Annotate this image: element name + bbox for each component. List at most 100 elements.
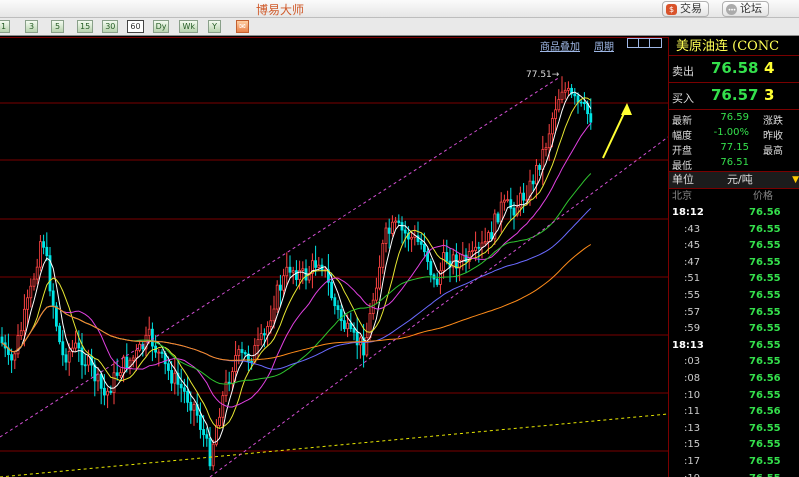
candle-body — [531, 180, 535, 185]
candle-body — [35, 266, 39, 280]
tick-time: :45 — [684, 240, 701, 252]
period-button-year[interactable]: Y — [208, 20, 222, 33]
chevron-down-icon[interactable]: ▼ — [792, 172, 799, 188]
period-button-day[interactable]: Dy — [152, 20, 170, 33]
tick-price: 76.55 — [749, 289, 781, 301]
candle-body — [474, 246, 478, 251]
candle-body — [381, 243, 385, 268]
forum-button[interactable]: 论坛 — [722, 1, 769, 17]
candle-body — [93, 364, 97, 382]
candle-body — [221, 395, 225, 418]
tick-time: :51 — [684, 273, 701, 285]
overlay-products-link[interactable]: 商品叠加 — [540, 38, 580, 53]
candle-body — [512, 207, 516, 216]
period-button-1[interactable]: 1 — [0, 20, 10, 33]
candle-body — [486, 232, 490, 242]
window-min-icon[interactable] — [628, 39, 639, 47]
trend-arrow-icon — [621, 103, 632, 115]
tick-row: :11 76.56 — [669, 404, 799, 421]
chart-links: 商品叠加 周期 — [540, 38, 614, 53]
stat-label: 开盘 — [672, 146, 692, 157]
ticks-price-header: 价格 — [753, 191, 773, 202]
period-button-30[interactable]: 30 — [102, 20, 119, 33]
stat-label: 幅度 — [672, 131, 692, 142]
tick-time: :10 — [684, 389, 701, 401]
tick-row: :43 76.55 — [669, 222, 799, 239]
candle-body — [160, 351, 164, 354]
unit-row[interactable]: 单位 元/吨 ▼ — [669, 172, 799, 189]
candle-body — [563, 89, 567, 93]
tick-time: :15 — [684, 439, 701, 451]
candle-body — [301, 268, 305, 271]
candle-body — [32, 278, 36, 287]
tick-row: :17 76.55 — [669, 454, 799, 471]
candle-body — [13, 353, 17, 361]
candle-body — [560, 91, 564, 100]
candle-body — [410, 237, 414, 240]
candle-body — [55, 305, 58, 327]
tick-price: 76.55 — [749, 240, 781, 252]
candle-body — [336, 305, 340, 310]
candle-body — [198, 414, 202, 430]
candlestick-chart[interactable]: 77.51→ — [0, 37, 668, 477]
tick-row: :15 76.55 — [669, 437, 799, 454]
candle-body — [173, 372, 177, 384]
candle-body — [538, 165, 541, 170]
candle-body — [333, 297, 337, 307]
unit-value: 元/吨 — [727, 173, 753, 186]
candle-body — [291, 270, 295, 273]
tick-row: :57 76.55 — [669, 305, 799, 322]
tick-time: :47 — [684, 256, 701, 268]
stat-row: 最低 76.51 — [669, 157, 799, 172]
candle-body — [278, 284, 282, 291]
candle-body — [269, 320, 273, 327]
unit-label: 单位 — [672, 173, 694, 186]
candle-body — [205, 434, 209, 439]
stat-label-2: 昨收 — [763, 131, 783, 142]
period-button-15[interactable]: 15 — [77, 20, 94, 33]
candle-body — [87, 355, 90, 366]
candle-body — [179, 383, 183, 389]
tick-time: 18:13 — [672, 339, 704, 351]
candle-body — [435, 278, 439, 285]
window-close-icon[interactable] — [650, 39, 661, 47]
sell-label: 卖出 — [672, 65, 694, 78]
candle-body — [182, 387, 186, 392]
candle-body — [83, 364, 87, 367]
quote-stats: 最新 76.59 涨跌 幅度 -1.00% 昨收 开盘 77.15 最高 最低 76.51 — [669, 110, 799, 172]
tick-time: :11 — [684, 406, 701, 418]
tick-price: 76.55 — [749, 323, 781, 335]
candle-body — [272, 308, 276, 322]
candle-body — [378, 266, 382, 289]
buy-label: 买入 — [672, 92, 694, 105]
candle-body — [256, 339, 260, 347]
candle-body — [285, 266, 289, 277]
period-link[interactable]: 周期 — [594, 38, 614, 53]
candle-body — [250, 360, 254, 363]
candle-body — [147, 328, 151, 336]
quote-panel: 美原油连 (CONC 卖出 76.58 4 买入 76.57 3 最新 76.59… — [668, 37, 799, 477]
tick-row: :59 76.55 — [669, 321, 799, 338]
tick-price: 76.55 — [749, 273, 781, 285]
candle-body — [579, 101, 583, 104]
tick-row: :51 76.55 — [669, 271, 799, 288]
candle-body — [547, 133, 551, 149]
forum-button-label: 论坛 — [740, 2, 762, 15]
support-line — [0, 413, 668, 477]
tick-time: :03 — [684, 356, 701, 368]
candle-body — [535, 165, 538, 185]
alert-icon[interactable]: ✉ — [236, 20, 250, 33]
period-button-5[interactable]: 5 — [51, 20, 64, 33]
candle-body — [208, 437, 212, 467]
window-max-icon[interactable] — [639, 39, 650, 47]
chart-grid — [0, 37, 668, 452]
period-button-60[interactable]: 60 — [127, 20, 144, 33]
period-button-3[interactable]: 3 — [25, 20, 38, 33]
trade-button[interactable]: $ 交易 — [662, 1, 709, 17]
window-buttons[interactable] — [627, 38, 662, 48]
period-button-week[interactable]: Wk — [179, 20, 199, 33]
candle-body — [170, 370, 174, 384]
candle-body — [262, 333, 266, 336]
candle-body — [218, 416, 222, 426]
candle-body — [346, 322, 350, 330]
